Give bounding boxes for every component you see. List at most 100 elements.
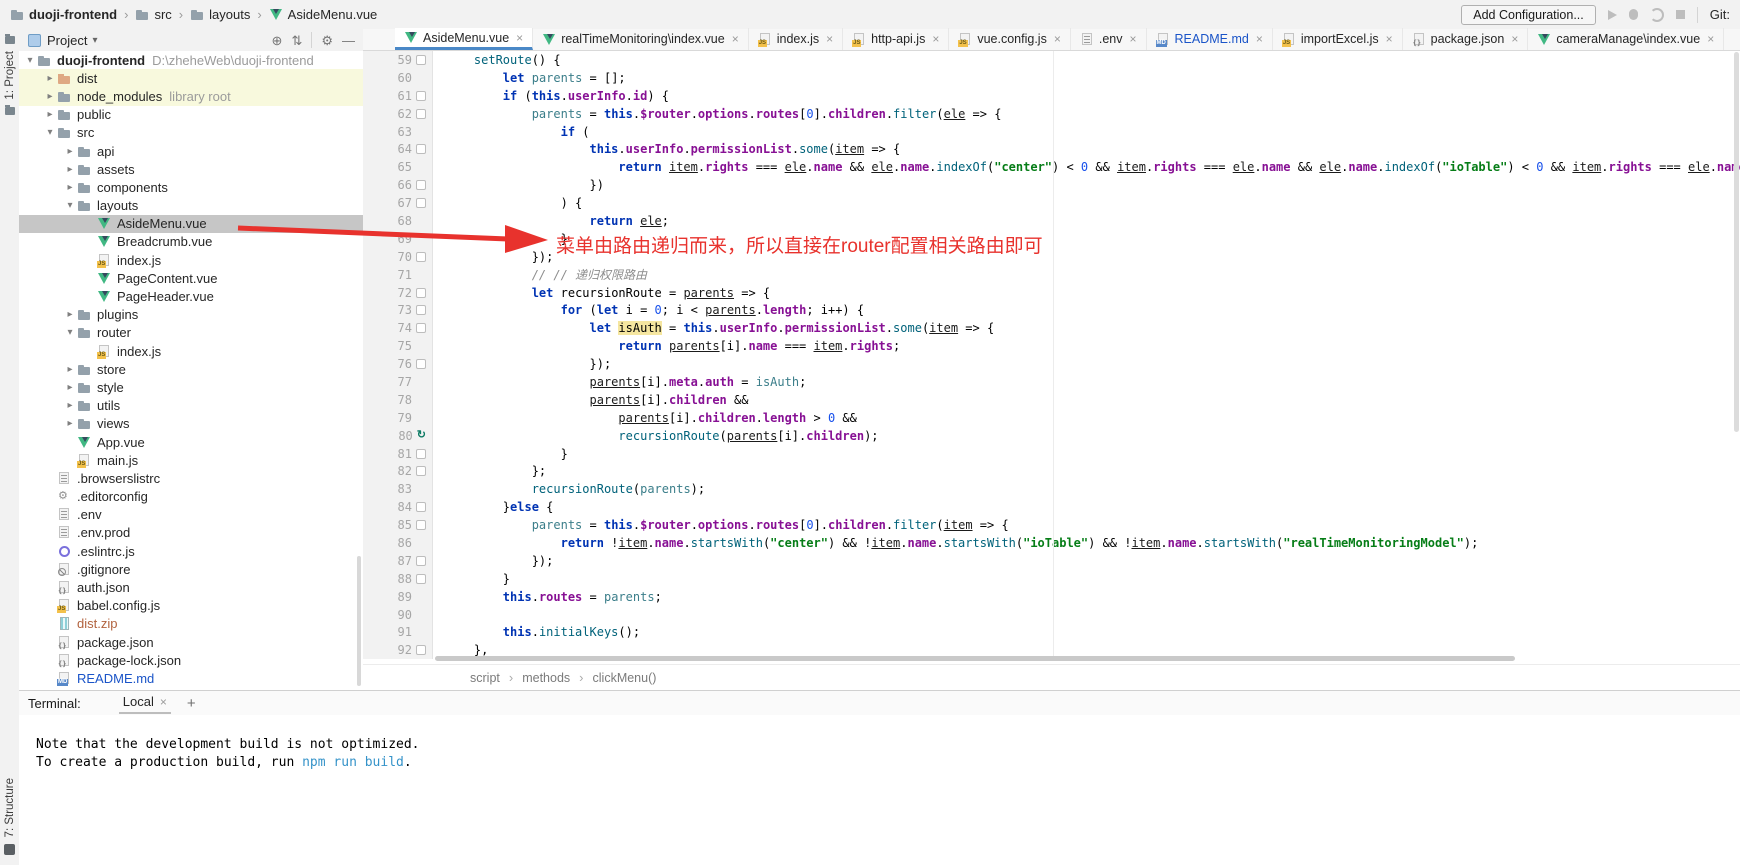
fold-marker[interactable] bbox=[416, 180, 426, 190]
editor-tab[interactable]: realTimeMonitoring\index.vue× bbox=[533, 28, 749, 50]
tree-item[interactable]: babel.config.js bbox=[19, 597, 363, 615]
code-line[interactable]: 91 this.initialKeys(); bbox=[363, 624, 1740, 642]
tree-item[interactable]: .eslintrc.js bbox=[19, 542, 363, 560]
horizontal-scrollbar[interactable] bbox=[435, 656, 1730, 662]
tree-item[interactable]: ▾layouts bbox=[19, 197, 363, 215]
debug-icon[interactable] bbox=[1629, 9, 1638, 20]
collapse-all-icon[interactable]: ⇅ bbox=[291, 34, 302, 47]
editor-tab[interactable]: package.json× bbox=[1403, 28, 1529, 50]
breadcrumb-item[interactable]: duoji-frontend bbox=[10, 7, 117, 22]
editor-tab[interactable]: index.js× bbox=[749, 28, 843, 50]
hide-panel-icon[interactable]: — bbox=[342, 34, 355, 47]
code-line[interactable]: 80↻ recursionRoute(parents[i].children); bbox=[363, 427, 1740, 445]
code-line[interactable]: 68 return ele; bbox=[363, 212, 1740, 230]
editor-tab[interactable]: .env× bbox=[1071, 28, 1147, 50]
fold-marker[interactable] bbox=[416, 466, 426, 476]
close-icon[interactable]: × bbox=[826, 32, 833, 46]
tree-item[interactable]: ▸style bbox=[19, 378, 363, 396]
tree-item[interactable]: ▸plugins bbox=[19, 306, 363, 324]
tree-item[interactable]: Breadcrumb.vue bbox=[19, 233, 363, 251]
close-icon[interactable]: × bbox=[732, 32, 739, 46]
tree-expand-icon[interactable]: ▸ bbox=[63, 164, 77, 175]
code-line[interactable]: 71 // // 递归权限路由 bbox=[363, 266, 1740, 284]
structure-tool-button[interactable]: 7: Structure bbox=[4, 778, 16, 837]
fold-marker[interactable] bbox=[416, 109, 426, 119]
project-tool-icon[interactable] bbox=[5, 36, 15, 44]
favorites-tool-icon[interactable] bbox=[5, 107, 15, 115]
close-icon[interactable]: × bbox=[1707, 32, 1714, 46]
tree-expand-icon[interactable]: ▸ bbox=[43, 73, 57, 84]
tree-item[interactable]: index.js bbox=[19, 342, 363, 360]
code-line[interactable]: 66 }) bbox=[363, 176, 1740, 194]
code-breadcrumb-item[interactable]: methods bbox=[522, 671, 570, 685]
vertical-scrollbar[interactable] bbox=[1734, 52, 1739, 432]
close-icon[interactable]: × bbox=[516, 31, 523, 45]
tree-expand-icon[interactable]: ▾ bbox=[23, 55, 37, 66]
tree-item[interactable]: index.js bbox=[19, 251, 363, 269]
code-line[interactable]: 78 parents[i].children && bbox=[363, 391, 1740, 409]
close-icon[interactable]: × bbox=[932, 32, 939, 46]
code-line[interactable]: 67 ) { bbox=[363, 194, 1740, 212]
code-line[interactable]: 63 if ( bbox=[363, 123, 1740, 141]
editor-tab[interactable]: README.md× bbox=[1147, 28, 1273, 50]
add-configuration-button[interactable]: Add Configuration... bbox=[1461, 5, 1596, 25]
tree-item[interactable]: dist.zip bbox=[19, 615, 363, 633]
tree-item[interactable]: .browserslistrc bbox=[19, 469, 363, 487]
code-line[interactable]: 89 this.routes = parents; bbox=[363, 588, 1740, 606]
code-line[interactable]: 73 for (let i = 0; i < parents.length; i… bbox=[363, 301, 1740, 319]
breadcrumb-item[interactable]: src bbox=[135, 7, 171, 22]
tree-item[interactable]: ▸store bbox=[19, 360, 363, 378]
coverage-icon[interactable] bbox=[1650, 8, 1664, 22]
code-line[interactable]: 64 this.userInfo.permissionList.some(ite… bbox=[363, 140, 1740, 158]
editor-tab[interactable]: http-api.js× bbox=[843, 28, 949, 50]
tree-expand-icon[interactable]: ▸ bbox=[63, 418, 77, 429]
tree-expand-icon[interactable]: ▸ bbox=[63, 382, 77, 393]
settings-gear-icon[interactable]: ⚙ bbox=[321, 34, 333, 47]
close-icon[interactable]: × bbox=[1054, 32, 1061, 46]
tree-item[interactable]: package.json bbox=[19, 633, 363, 651]
tree-item[interactable]: ▾src bbox=[19, 124, 363, 142]
tree-expand-icon[interactable]: ▾ bbox=[63, 200, 77, 211]
code-line[interactable]: 87 }); bbox=[363, 552, 1740, 570]
tree-item[interactable]: .gitignore bbox=[19, 560, 363, 578]
fold-marker[interactable] bbox=[416, 198, 426, 208]
code-line[interactable]: 90 bbox=[363, 606, 1740, 624]
code-line[interactable]: 65 return item.rights === ele.name && el… bbox=[363, 158, 1740, 176]
code-line[interactable]: 88 } bbox=[363, 570, 1740, 588]
code-line[interactable]: 81 } bbox=[363, 445, 1740, 463]
run-icon[interactable] bbox=[1608, 10, 1617, 20]
close-icon[interactable]: × bbox=[160, 695, 167, 709]
code-line[interactable]: 62 parents = this.$router.options.routes… bbox=[363, 105, 1740, 123]
fold-marker[interactable] bbox=[416, 55, 426, 65]
code-line[interactable]: 75 return parents[i].name === item.right… bbox=[363, 337, 1740, 355]
code-line[interactable]: 60 let parents = []; bbox=[363, 69, 1740, 87]
git-branch-label[interactable]: Git: bbox=[1710, 7, 1730, 22]
fold-marker[interactable] bbox=[416, 288, 426, 298]
code-line[interactable]: 83 recursionRoute(parents); bbox=[363, 480, 1740, 498]
tree-expand-icon[interactable]: ▾ bbox=[63, 327, 77, 338]
code-line[interactable]: 85 parents = this.$router.options.routes… bbox=[363, 516, 1740, 534]
tree-item[interactable]: ▾router bbox=[19, 324, 363, 342]
code-line[interactable]: 59 setRoute() { bbox=[363, 51, 1740, 69]
tree-expand-icon[interactable]: ▸ bbox=[63, 309, 77, 320]
tree-item[interactable]: ▸api bbox=[19, 142, 363, 160]
code-line[interactable]: 77 parents[i].meta.auth = isAuth; bbox=[363, 373, 1740, 391]
code-line[interactable]: 79 parents[i].children.length > 0 && bbox=[363, 409, 1740, 427]
fold-marker[interactable] bbox=[416, 252, 426, 262]
fold-marker[interactable] bbox=[416, 556, 426, 566]
tree-expand-icon[interactable]: ▾ bbox=[43, 127, 57, 138]
tree-item[interactable]: ▸node_moduleslibrary root bbox=[19, 87, 363, 105]
tree-item[interactable]: .env.prod bbox=[19, 524, 363, 542]
fold-marker[interactable] bbox=[416, 502, 426, 512]
tree-item[interactable]: .env bbox=[19, 506, 363, 524]
stop-icon[interactable] bbox=[1676, 10, 1685, 19]
fold-marker[interactable] bbox=[416, 305, 426, 315]
locate-file-icon[interactable]: ⊕ bbox=[272, 34, 283, 47]
tree-item[interactable]: auth.json bbox=[19, 578, 363, 596]
close-icon[interactable]: × bbox=[1256, 32, 1263, 46]
code-line[interactable]: 61 if (this.userInfo.id) { bbox=[363, 87, 1740, 105]
tree-item[interactable]: ▸utils bbox=[19, 397, 363, 415]
fold-marker[interactable] bbox=[416, 91, 426, 101]
code-line[interactable]: 82 }; bbox=[363, 462, 1740, 480]
fold-marker[interactable] bbox=[416, 144, 426, 154]
